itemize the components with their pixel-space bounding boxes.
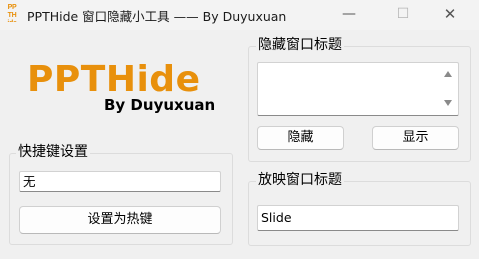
set-hotkey-button[interactable]: 设置为热键 (19, 206, 221, 234)
minimize-button[interactable]: — (326, 0, 372, 30)
hide-title-label: 隐藏窗口标题 (256, 36, 344, 54)
hotkey-group-label: 快捷键设置 (16, 143, 90, 161)
hide-button[interactable]: 隐藏 (257, 126, 344, 150)
maximize-button[interactable]: ☐ (380, 0, 426, 30)
show-title-field[interactable]: Slide (257, 205, 459, 231)
title-bar: PPTHide PPTHide 窗口隐藏小工具 —— By Duyuxuan —… (0, 0, 479, 30)
window-title: PPTHide 窗口隐藏小工具 —— By Duyuxuan (27, 9, 287, 24)
show-title-label: 放映窗口标题 (256, 171, 344, 189)
hide-title-textarea[interactable] (257, 62, 459, 116)
close-button[interactable]: ✕ (427, 0, 473, 30)
app-icon: PPTHide (7, 4, 17, 22)
show-button[interactable]: 显示 (372, 126, 459, 150)
scroll-up-icon[interactable] (444, 71, 452, 77)
hotkey-field[interactable]: 无 (19, 171, 221, 192)
logo-author: By Duyuxuan (104, 96, 216, 114)
scroll-down-icon[interactable] (444, 100, 452, 106)
